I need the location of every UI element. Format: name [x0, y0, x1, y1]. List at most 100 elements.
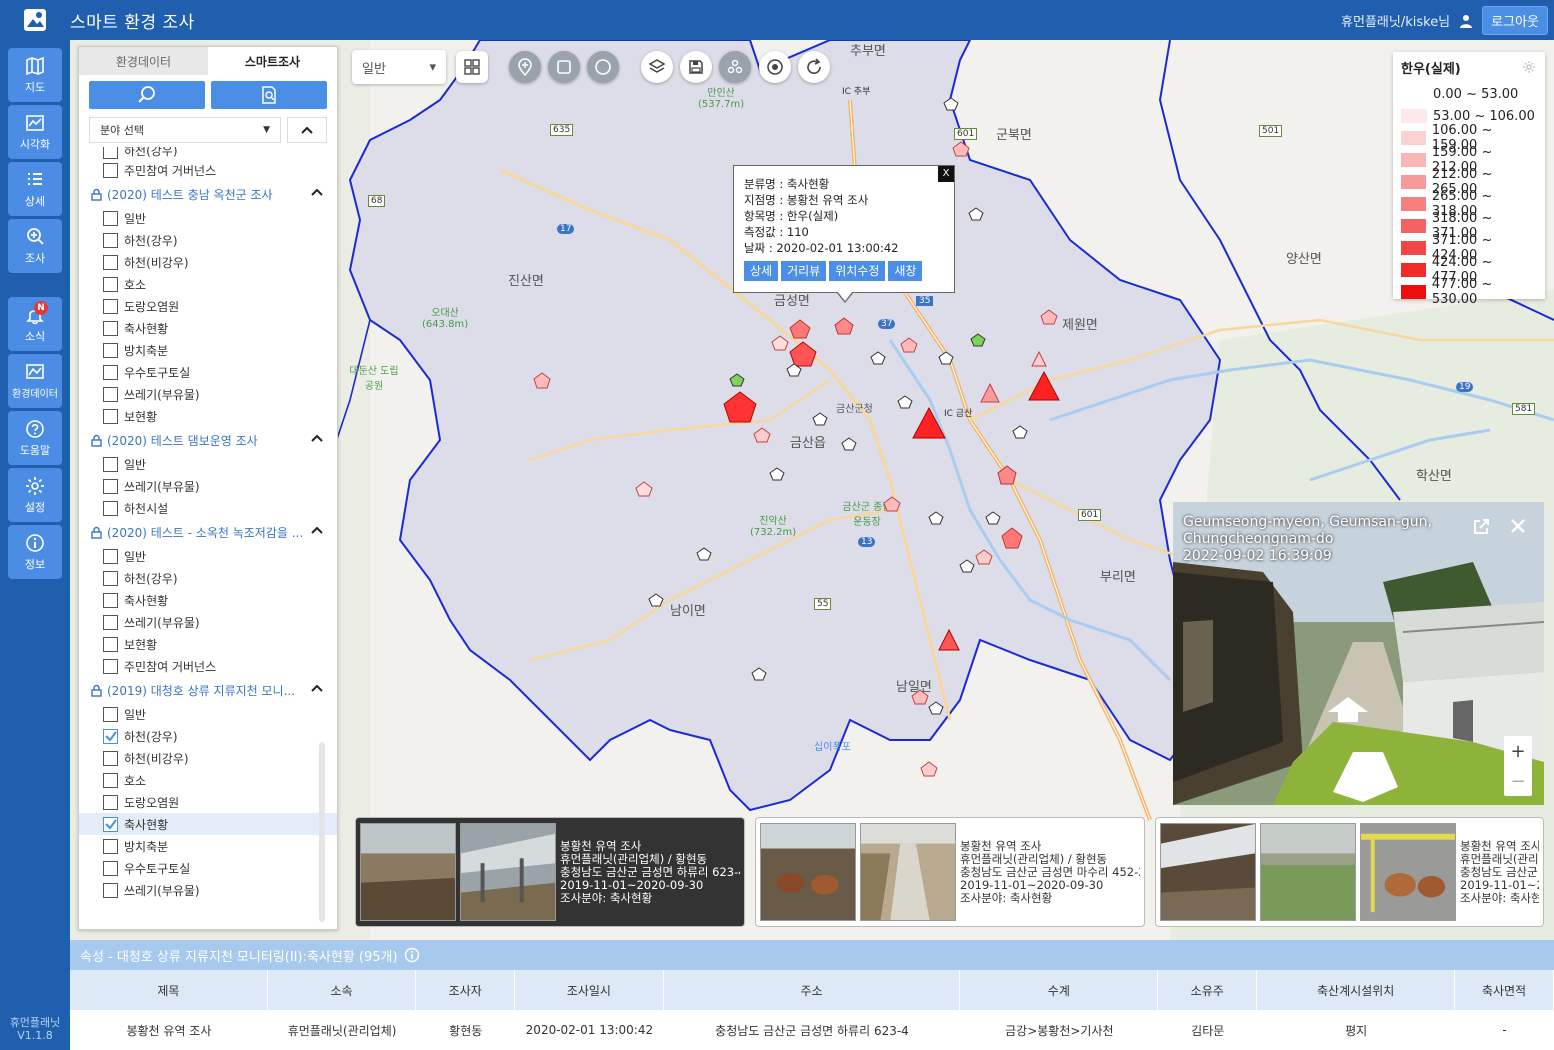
tree-item[interactable]: 호소: [79, 769, 337, 791]
zoom-in-button[interactable]: +: [1510, 741, 1525, 762]
checkbox[interactable]: [103, 254, 118, 270]
tree-group[interactable]: (2020) 테스트 댐보운영 조사: [79, 427, 337, 453]
marker-pentagon-white[interactable]: [769, 467, 785, 481]
map-style-select[interactable]: 일반 ▾: [352, 50, 446, 84]
chevron-up-icon[interactable]: [311, 525, 323, 535]
nav-info[interactable]: 정보: [8, 525, 62, 579]
marker-pentagon-large[interactable]: [723, 391, 757, 423]
collapse-all-button[interactable]: [287, 117, 327, 143]
marker-pentagon-white[interactable]: [1012, 425, 1028, 439]
chevron-up-icon[interactable]: [311, 683, 323, 693]
tree-item[interactable]: 방치축분: [79, 339, 337, 361]
marker-pentagon-small[interactable]: [952, 141, 970, 157]
marker-pentagon-small[interactable]: [900, 337, 918, 353]
marker-pentagon-white[interactable]: [943, 97, 959, 111]
nav-survey[interactable]: 조사: [8, 219, 62, 273]
marker-pentagon-white[interactable]: [959, 559, 975, 573]
checkbox[interactable]: [103, 478, 118, 494]
chevron-up-icon[interactable]: [311, 187, 323, 197]
table-header-cell[interactable]: 소유주: [1158, 970, 1258, 1010]
marker-pentagon-small[interactable]: [533, 372, 551, 389]
add-point-button[interactable]: [509, 51, 541, 83]
table-header-cell[interactable]: 제목: [70, 970, 268, 1010]
attribute-bar[interactable]: 속성 - 대청호 상류 지류지천 모니터링(II):축사현황 (95개): [70, 940, 1554, 970]
nav-map[interactable]: 지도: [8, 48, 62, 102]
checkbox[interactable]: [103, 210, 118, 226]
photo-thumbnail[interactable]: [1260, 823, 1356, 921]
tree-item[interactable]: 축사현황: [79, 589, 337, 611]
checkbox[interactable]: [103, 408, 118, 424]
street-view-panel[interactable]: Geumseong-myeon, Geumsan-gun, Chungcheon…: [1173, 502, 1544, 805]
tree-item[interactable]: 호소: [79, 273, 337, 295]
tree-item[interactable]: 하천(강우): [79, 229, 337, 251]
tree-group[interactable]: (2019) 대청호 상류 지류지천 모니...: [79, 677, 337, 703]
marker-pentagon-white[interactable]: [897, 395, 913, 409]
checkbox[interactable]: [103, 456, 118, 472]
logout-button[interactable]: 로그아웃: [1482, 6, 1548, 35]
photo-thumbnail[interactable]: [360, 823, 456, 921]
marker-pentagon-white[interactable]: [928, 701, 944, 715]
checkbox[interactable]: [103, 658, 118, 674]
checkbox[interactable]: [103, 772, 118, 788]
checkbox[interactable]: [103, 614, 118, 630]
checkbox[interactable]: [103, 276, 118, 292]
nav-help[interactable]: 도움말: [8, 411, 62, 465]
tree-item[interactable]: 쓰레기(부유물): [79, 475, 337, 497]
marker-pentagon-large[interactable]: [789, 341, 817, 367]
marker-pentagon-small[interactable]: [975, 549, 993, 565]
info-icon[interactable]: [404, 947, 420, 963]
checkbox[interactable]: [103, 882, 118, 898]
zoom-out-button[interactable]: −: [1510, 771, 1525, 792]
nav-detail[interactable]: 상세: [8, 162, 62, 216]
photo-thumbnail[interactable]: [1360, 823, 1456, 921]
checkbox[interactable]: [103, 706, 118, 722]
photo-thumbnail[interactable]: [860, 823, 956, 921]
tree-item[interactable]: 우수토구토실: [79, 361, 337, 383]
marker-pentagon-white[interactable]: [696, 547, 712, 561]
marker-triangle-red[interactable]: [912, 406, 946, 439]
checkbox[interactable]: [103, 592, 118, 608]
checkbox[interactable]: [103, 364, 118, 380]
marker-pentagon-small[interactable]: [1040, 309, 1058, 325]
tab-env-data[interactable]: 환경데이터: [79, 47, 208, 75]
popup-edit-location-button[interactable]: 위치수정: [829, 261, 886, 281]
marker-pentagon-white[interactable]: [928, 511, 944, 525]
tree-item[interactable]: 일반: [79, 453, 337, 475]
draw-circle-button[interactable]: [587, 51, 619, 83]
layers-button[interactable]: [641, 51, 673, 83]
checkbox[interactable]: [103, 320, 118, 336]
tree-item[interactable]: 하천시설: [79, 497, 337, 519]
marker-pentagon-small[interactable]: [635, 481, 653, 497]
close-icon[interactable]: [1510, 518, 1526, 534]
nav-env-data[interactable]: 환경데이터: [8, 354, 62, 408]
table-header-cell[interactable]: 축산계시설위치: [1257, 970, 1456, 1010]
popup-close-button[interactable]: X: [938, 166, 954, 182]
tree-item[interactable]: 쓰레기(부유물): [79, 383, 337, 405]
marker-pentagon-medium[interactable]: [1001, 527, 1023, 549]
checkbox-checked[interactable]: [103, 728, 118, 744]
checkbox[interactable]: [103, 636, 118, 652]
marker-triangle-light[interactable]: [1031, 350, 1047, 367]
marker-pentagon-small[interactable]: [753, 427, 771, 443]
marker-pentagon-small[interactable]: [771, 335, 789, 351]
tree-item[interactable]: 일반: [79, 545, 337, 567]
tree-item[interactable]: 일반: [79, 207, 337, 229]
grid-view-button[interactable]: [456, 51, 488, 83]
refresh-button[interactable]: [798, 51, 830, 83]
photo-thumbnail[interactable]: [760, 823, 856, 921]
photo-card[interactable]: 봉황천 유역 조사 휴먼플래닛(관리업체) / 황현동 충청남도 금산군 금성면…: [755, 817, 1145, 927]
table-header-cell[interactable]: 조사자: [416, 970, 516, 1010]
tree-item[interactable]: 주민참여 거버넌스: [79, 159, 337, 181]
tree-item[interactable]: 쓰레기(부유물): [79, 611, 337, 633]
marker-pentagon-white[interactable]: [812, 412, 828, 426]
table-header-cell[interactable]: 소속: [268, 970, 417, 1010]
marker-pentagon-small[interactable]: [920, 761, 938, 777]
nav-news[interactable]: N 소식: [8, 297, 62, 351]
marker-pentagon-white[interactable]: [968, 207, 984, 221]
marker-pentagon-small[interactable]: [911, 689, 929, 705]
marker-triangle-red[interactable]: [938, 628, 960, 651]
checkbox[interactable]: [103, 794, 118, 810]
checkbox[interactable]: [103, 147, 118, 159]
tree-item[interactable]: 도랑오염원: [79, 791, 337, 813]
tree-item[interactable]: 방치축분: [79, 835, 337, 857]
